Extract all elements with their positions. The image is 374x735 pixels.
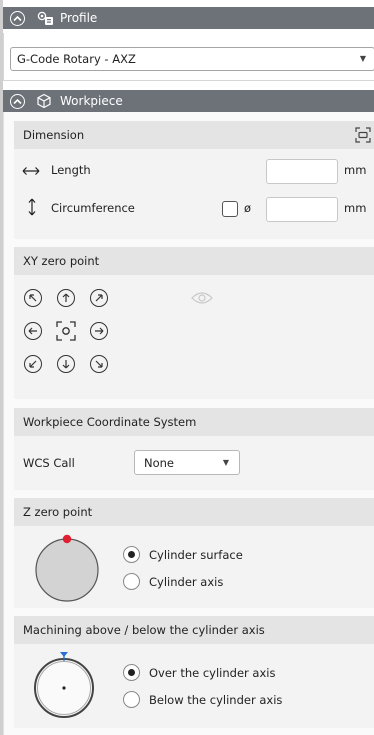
eye-icon[interactable] bbox=[191, 291, 213, 308]
wcs-heading-text: Workpiece Coordinate System bbox=[23, 415, 197, 429]
arrow-right-icon[interactable] bbox=[90, 322, 108, 340]
wcs-card: Workpiece Coordinate System WCS Call Non… bbox=[14, 408, 374, 490]
profile-select-value: G-Code Rotary - AXZ bbox=[17, 52, 136, 66]
wcs-call-select[interactable]: None ▼ bbox=[134, 450, 240, 475]
z-zero-heading-text: Z zero point bbox=[23, 505, 93, 519]
machining-heading: Machining above / below the cylinder axi… bbox=[14, 616, 374, 644]
arrow-up-icon[interactable] bbox=[57, 289, 75, 307]
machining-card: Machining above / below the cylinder axi… bbox=[14, 616, 374, 728]
length-input[interactable] bbox=[266, 159, 338, 184]
circumference-unit: mm bbox=[344, 201, 367, 215]
cylinder-axis-illustration bbox=[30, 650, 98, 725]
length-label: Length bbox=[51, 163, 91, 177]
workpiece-header[interactable]: Workpiece bbox=[3, 90, 374, 112]
dimension-heading: Dimension bbox=[14, 121, 374, 149]
diameter-symbol: ø bbox=[244, 201, 252, 215]
arrow-down-right-icon[interactable] bbox=[90, 355, 108, 373]
arrow-down-icon[interactable] bbox=[57, 355, 75, 373]
diameter-checkbox[interactable] bbox=[222, 201, 238, 217]
profile-section: G-Code Rotary - AXZ ▼ bbox=[3, 33, 374, 81]
circumference-label: Circumference bbox=[51, 201, 135, 215]
z-zero-card: Z zero point Cylinder surface Cylinder a… bbox=[14, 498, 374, 608]
arrow-up-right-icon[interactable] bbox=[90, 289, 108, 307]
dimension-heading-text: Dimension bbox=[23, 128, 85, 142]
xy-zero-heading: XY zero point bbox=[14, 247, 374, 275]
wcs-call-value: None bbox=[144, 455, 175, 470]
dimension-card: Dimension Length mm Circumference ø mm bbox=[14, 121, 374, 239]
below-axis-label: Below the cylinder axis bbox=[149, 693, 283, 707]
wcs-call-label: WCS Call bbox=[23, 456, 75, 470]
workpiece-title: Workpiece bbox=[60, 94, 123, 108]
radio-below-axis[interactable] bbox=[123, 691, 140, 708]
xy-zero-heading-text: XY zero point bbox=[23, 254, 100, 268]
workpiece-section: Dimension Length mm Circumference ø mm X… bbox=[3, 112, 374, 735]
collapse-chevron-icon[interactable] bbox=[10, 10, 25, 26]
machining-heading-text: Machining above / below the cylinder axi… bbox=[23, 623, 265, 637]
chevron-down-icon: ▼ bbox=[359, 54, 366, 63]
profile-settings-icon bbox=[36, 10, 54, 26]
cube-icon bbox=[36, 93, 54, 109]
center-target-icon[interactable] bbox=[56, 321, 76, 344]
radio-cylinder-axis[interactable] bbox=[123, 573, 140, 590]
circumference-input[interactable] bbox=[266, 197, 338, 222]
profile-select[interactable]: G-Code Rotary - AXZ ▼ bbox=[10, 47, 374, 71]
cylinder-surface-illustration bbox=[33, 534, 101, 605]
over-axis-label: Over the cylinder axis bbox=[149, 666, 276, 680]
z-zero-heading: Z zero point bbox=[14, 498, 374, 526]
horizontal-arrows-icon bbox=[22, 165, 40, 179]
profile-header[interactable]: Profile bbox=[3, 7, 374, 29]
collapse-chevron-icon[interactable] bbox=[10, 93, 25, 109]
wcs-heading: Workpiece Coordinate System bbox=[14, 408, 374, 436]
xy-zero-card: XY zero point bbox=[14, 247, 374, 399]
arrow-up-left-icon[interactable] bbox=[24, 289, 42, 307]
length-unit: mm bbox=[344, 163, 367, 177]
arrow-down-left-icon[interactable] bbox=[24, 355, 42, 373]
profile-title: Profile bbox=[60, 11, 98, 25]
radio-cylinder-surface[interactable] bbox=[123, 546, 140, 563]
radio-over-axis[interactable] bbox=[123, 664, 140, 681]
chevron-down-icon: ▼ bbox=[222, 458, 229, 467]
arrow-left-icon[interactable] bbox=[24, 322, 42, 340]
cylinder-axis-label: Cylinder axis bbox=[149, 575, 224, 589]
fit-frame-icon[interactable] bbox=[355, 127, 371, 146]
vertical-arrows-icon bbox=[28, 198, 36, 219]
cylinder-surface-label: Cylinder surface bbox=[149, 548, 243, 562]
